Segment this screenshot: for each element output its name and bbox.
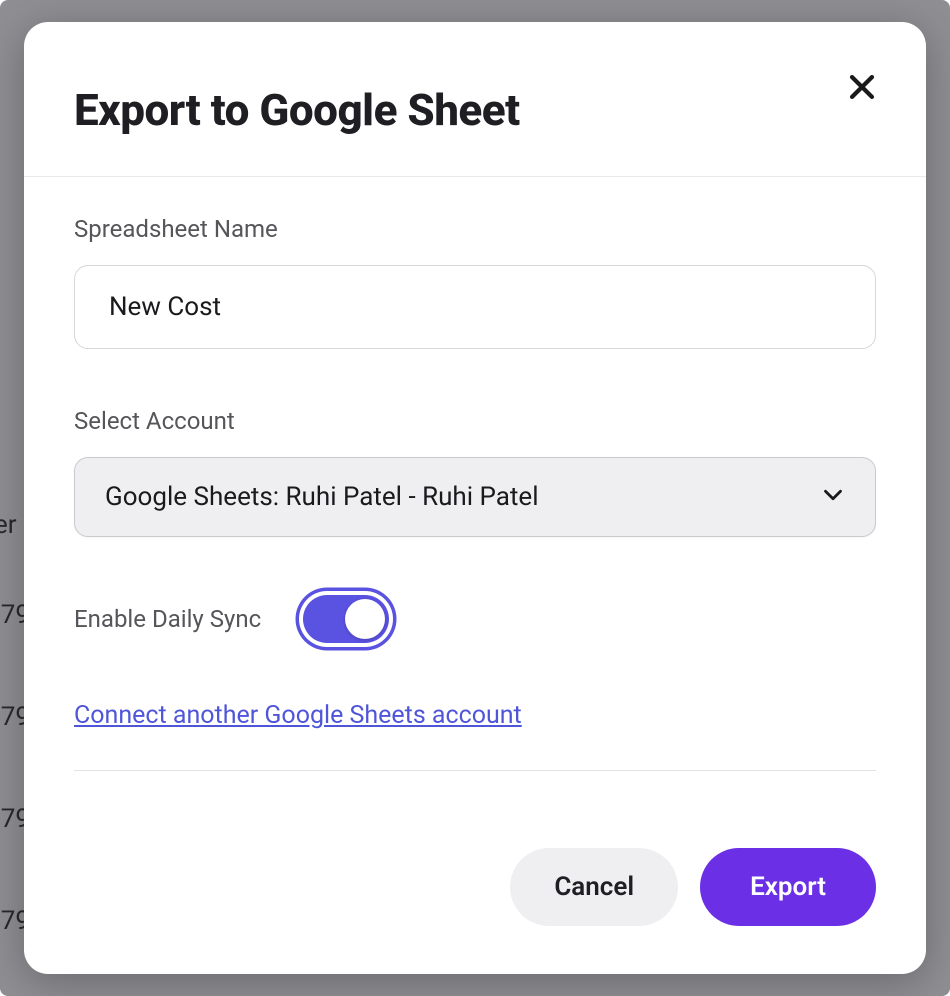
spreadsheet-name-section: Spreadsheet Name — [74, 215, 876, 349]
modal-title: Export to Google Sheet — [74, 84, 876, 136]
account-selected-value: Google Sheets: Ruhi Patel - Ruhi Patel — [105, 482, 539, 512]
close-icon — [845, 70, 879, 107]
export-modal: Export to Google Sheet Spreadsheet Name … — [24, 22, 926, 974]
daily-sync-label: Enable Daily Sync — [74, 605, 261, 633]
account-select[interactable]: Google Sheets: Ruhi Patel - Ruhi Patel — [74, 457, 876, 537]
close-button[interactable] — [840, 66, 884, 110]
modal-backdrop: er ·79 ·79 ·79 ·79 Export to Google Shee… — [0, 0, 950, 996]
toggle-knob — [345, 599, 385, 639]
account-label: Select Account — [74, 407, 876, 435]
daily-sync-toggle[interactable] — [299, 591, 393, 647]
account-section: Select Account Google Sheets: Ruhi Patel… — [74, 407, 876, 537]
modal-footer: Cancel Export — [24, 848, 926, 974]
modal-body: Spreadsheet Name Select Account Google S… — [24, 177, 926, 848]
spreadsheet-name-label: Spreadsheet Name — [74, 215, 876, 243]
bg-text: er — [0, 510, 17, 540]
daily-sync-row: Enable Daily Sync — [74, 591, 876, 647]
modal-header: Export to Google Sheet — [24, 22, 926, 177]
cancel-button[interactable]: Cancel — [510, 848, 678, 926]
divider — [74, 770, 876, 771]
account-select-wrap: Google Sheets: Ruhi Patel - Ruhi Patel — [74, 457, 876, 537]
spreadsheet-name-input[interactable] — [74, 265, 876, 349]
connect-account-link[interactable]: Connect another Google Sheets account — [74, 701, 522, 730]
export-button[interactable]: Export — [700, 848, 876, 926]
